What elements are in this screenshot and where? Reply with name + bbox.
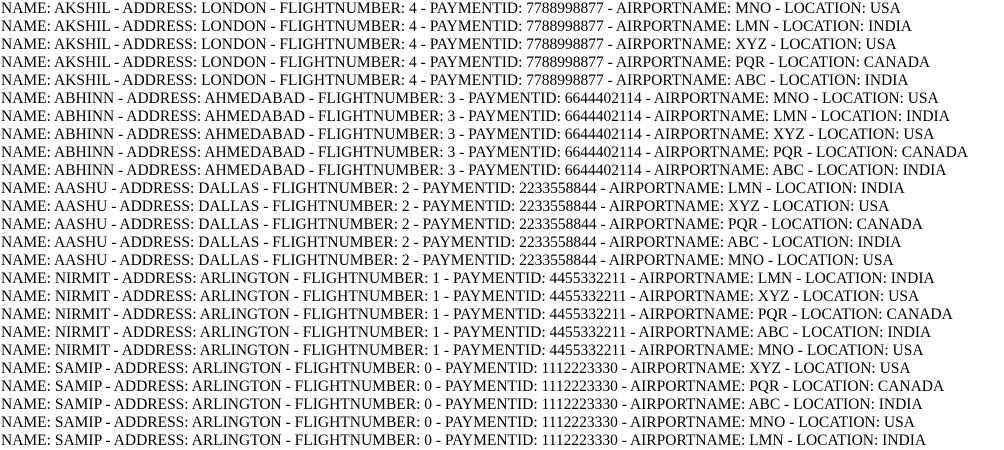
result-line: NAME: AKSHIL - ADDRESS: LONDON - FLIGHTN…: [1, 18, 912, 35]
result-line: NAME: NIRMIT - ADDRESS: ARLINGTON - FLIG…: [1, 306, 953, 323]
result-line: NAME: SAMIP - ADDRESS: ARLINGTON - FLIGH…: [1, 414, 915, 431]
result-line: NAME: SAMIP - ADDRESS: ARLINGTON - FLIGH…: [1, 432, 927, 449]
result-line: NAME: NIRMIT - ADDRESS: ARLINGTON - FLIG…: [1, 342, 924, 359]
result-line: NAME: AASHU - ADDRESS: DALLAS - FLIGHTNU…: [1, 234, 902, 251]
result-line: NAME: AASHU - ADDRESS: DALLAS - FLIGHTNU…: [1, 252, 894, 269]
result-line: NAME: AKSHIL - ADDRESS: LONDON - FLIGHTN…: [1, 0, 901, 17]
result-line: NAME: ABHINN - ADDRESS: AHMEDABAD - FLIG…: [1, 162, 947, 179]
result-line: NAME: SAMIP - ADDRESS: ARLINGTON - FLIGH…: [1, 360, 911, 377]
result-line: NAME: AKSHIL - ADDRESS: LONDON - FLIGHTN…: [1, 72, 909, 89]
result-line: NAME: SAMIP - ADDRESS: ARLINGTON - FLIGH…: [1, 396, 923, 413]
result-line: NAME: NIRMIT - ADDRESS: ARLINGTON - FLIG…: [1, 270, 935, 287]
result-line: NAME: ABHINN - ADDRESS: AHMEDABAD - FLIG…: [1, 108, 950, 125]
result-line: NAME: AASHU - ADDRESS: DALLAS - FLIGHTNU…: [1, 198, 890, 215]
result-line: NAME: ABHINN - ADDRESS: AHMEDABAD - FLIG…: [1, 90, 939, 107]
result-line: NAME: AASHU - ADDRESS: DALLAS - FLIGHTNU…: [1, 216, 923, 233]
result-line: NAME: AKSHIL - ADDRESS: LONDON - FLIGHTN…: [1, 54, 931, 71]
result-line: NAME: ABHINN - ADDRESS: AHMEDABAD - FLIG…: [1, 126, 935, 143]
result-line: NAME: AKSHIL - ADDRESS: LONDON - FLIGHTN…: [1, 36, 897, 53]
results-list: NAME: AKSHIL - ADDRESS: LONDON - FLIGHTN…: [0, 0, 1004, 450]
result-line: NAME: NIRMIT - ADDRESS: ARLINGTON - FLIG…: [1, 288, 920, 305]
result-line: NAME: AASHU - ADDRESS: DALLAS - FLIGHTNU…: [1, 180, 905, 197]
result-line: NAME: SAMIP - ADDRESS: ARLINGTON - FLIGH…: [1, 378, 945, 395]
result-line: NAME: NIRMIT - ADDRESS: ARLINGTON - FLIG…: [1, 324, 932, 341]
result-line: NAME: ABHINN - ADDRESS: AHMEDABAD - FLIG…: [1, 144, 969, 161]
